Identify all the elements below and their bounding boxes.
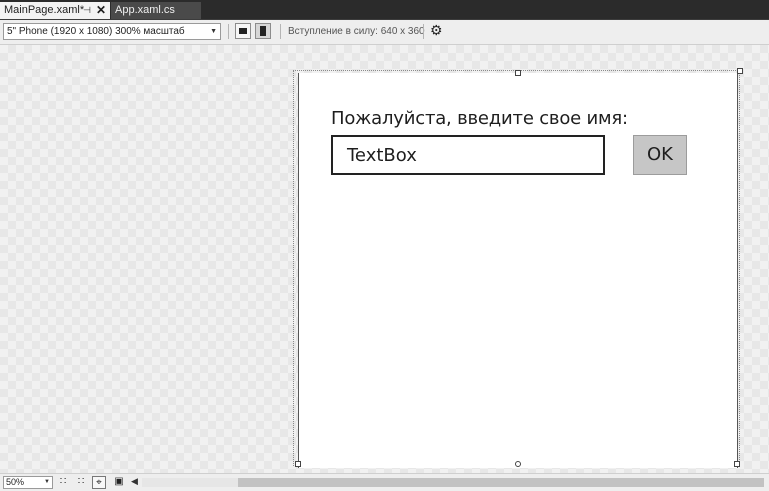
artboard-background-icon[interactable]: ▣ xyxy=(112,476,126,489)
landscape-orientation-button[interactable] xyxy=(235,23,251,39)
scroll-left-icon[interactable]: ◀ xyxy=(131,476,138,487)
resize-handle-top[interactable] xyxy=(515,70,521,76)
resize-handle-bottom-left[interactable] xyxy=(295,461,301,467)
design-canvas[interactable]: Пожалуйста, введите свое имя: TextBox OK xyxy=(0,45,769,473)
name-textbox[interactable]: TextBox xyxy=(331,135,605,175)
toolbar-separator xyxy=(280,24,281,39)
portrait-orientation-icon xyxy=(260,26,266,36)
close-icon[interactable]: ✕ xyxy=(95,2,107,19)
tab-mainpage-xaml[interactable]: MainPage.xaml* ⊣ ✕ xyxy=(0,2,110,19)
tab-app-xaml-cs[interactable]: App.xaml.cs xyxy=(111,2,201,19)
zoom-level-select[interactable]: 50% ▼ xyxy=(3,476,53,489)
textbox-text: TextBox xyxy=(347,145,417,166)
resize-handle-top-right[interactable] xyxy=(737,68,743,74)
landscape-orientation-icon xyxy=(239,28,247,34)
ok-button[interactable]: OK xyxy=(633,135,687,175)
designer-toolbar: 5" Phone (1920 x 1080) 300% масштаб ▼ Вс… xyxy=(0,20,769,45)
gear-icon[interactable]: ⚙ xyxy=(430,22,443,39)
resize-handle-bottom-right[interactable] xyxy=(734,461,740,467)
device-select-value: 5" Phone (1920 x 1080) 300% масштаб xyxy=(7,26,185,37)
chevron-down-icon: ▼ xyxy=(44,479,50,485)
small-grid-icon[interactable]: ∷ xyxy=(56,476,70,489)
effective-size-label: Вступление в силу: 640 x 360 xyxy=(288,26,425,37)
zoom-value: 50% xyxy=(6,477,25,487)
chevron-down-icon: ▼ xyxy=(210,28,217,35)
snap-to-gridlines-icon[interactable]: ⌖ xyxy=(92,476,106,489)
toolbar-separator xyxy=(228,24,229,39)
tab-label: App.xaml.cs xyxy=(115,4,175,16)
resize-handle-bottom[interactable] xyxy=(515,461,521,467)
designer-bottom-bar: 50% ▼ ∷ ∷ ⌖ ▣ ◀ xyxy=(0,473,769,491)
tab-label: MainPage.xaml* xyxy=(4,4,85,16)
large-grid-icon[interactable]: ∷ xyxy=(74,476,88,489)
phone-page-surface[interactable]: Пожалуйста, введите свое имя: TextBox OK xyxy=(298,73,738,468)
name-prompt-label: Пожалуйста, введите свое имя: xyxy=(331,108,628,129)
horizontal-scrollbar-thumb[interactable] xyxy=(238,478,764,487)
pin-icon[interactable]: ⊣ xyxy=(82,2,92,19)
portrait-orientation-button[interactable] xyxy=(255,23,271,39)
toolbar-separator xyxy=(423,24,424,39)
document-tab-strip: MainPage.xaml* ⊣ ✕ App.xaml.cs xyxy=(0,0,769,20)
device-preview-select[interactable]: 5" Phone (1920 x 1080) 300% масштаб ▼ xyxy=(3,23,221,40)
horizontal-scrollbar[interactable] xyxy=(142,478,764,487)
